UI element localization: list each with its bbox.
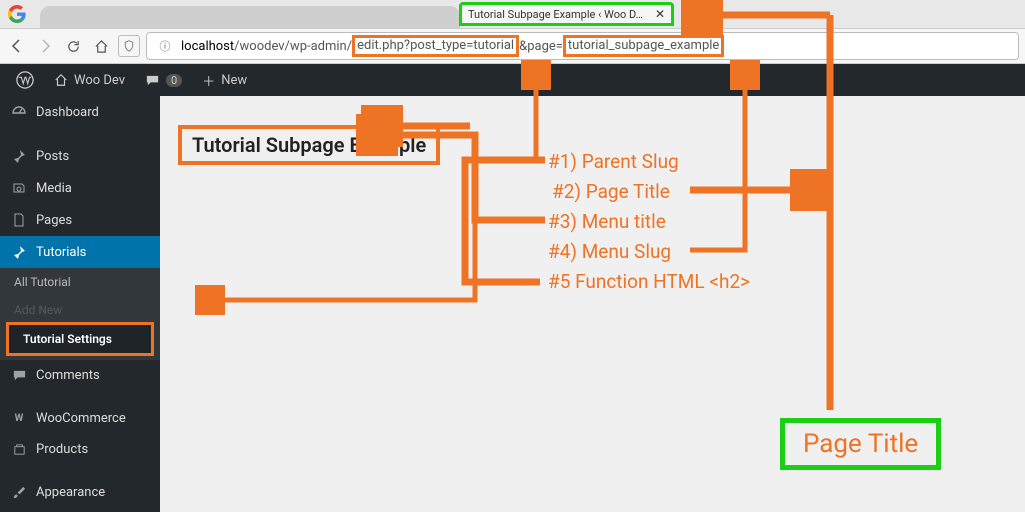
arrow-left-icon: [9, 38, 25, 54]
menu-label: Appearance: [36, 485, 105, 500]
page-title-callout: Page Title: [780, 418, 941, 470]
anno-menu-slug: #4) Menu Slug: [548, 240, 671, 263]
url-path: /woodev/wp-admin/: [234, 39, 352, 54]
submenu-all-tutorial[interactable]: All Tutorial: [0, 268, 160, 296]
menu-label: Products: [36, 442, 88, 457]
inactive-tab-area: [40, 6, 460, 28]
woocommerce-icon: W: [10, 413, 28, 424]
menu-products[interactable]: Products: [0, 434, 160, 465]
comment-icon: [145, 73, 160, 88]
menu-label: Posts: [36, 149, 69, 164]
new-label: New: [221, 73, 247, 88]
page-heading: Tutorial Subpage Example: [178, 125, 440, 165]
menu-label: Tutorials: [36, 245, 86, 260]
url-host: localhost: [181, 39, 234, 54]
comment-count: 0: [166, 74, 182, 87]
url-highlight-parent-slug: edit.php?post_type=tutorial: [352, 35, 519, 57]
plus-icon: ＋: [202, 71, 215, 90]
pin-icon: [10, 148, 28, 164]
address-bar[interactable]: ⓘ localhost /woodev/wp-admin/ edit.php?p…: [146, 32, 1019, 60]
menu-label: Pages: [36, 213, 72, 228]
menu-label: Comments: [36, 368, 100, 383]
comments-link[interactable]: 0: [135, 64, 192, 96]
media-icon: [10, 180, 28, 196]
anno-menu-title: #3) Menu title: [548, 210, 666, 233]
menu-pages[interactable]: Pages: [0, 204, 160, 236]
menu-woocommerce[interactable]: W WooCommerce: [0, 403, 160, 434]
site-name: Woo Dev: [74, 73, 125, 88]
back-button[interactable]: [6, 35, 28, 57]
submenu-tutorial-settings[interactable]: Tutorial Settings: [6, 322, 154, 356]
info-icon[interactable]: ⓘ: [155, 36, 175, 56]
active-browser-tab[interactable]: Tutorial Subpage Example ‹ Woo D… ✕: [459, 2, 674, 26]
close-tab-icon[interactable]: ✕: [655, 7, 665, 21]
menu-media[interactable]: Media: [0, 172, 160, 204]
shield-icon[interactable]: [118, 35, 140, 57]
browser-tabstrip: Tutorial Subpage Example ‹ Woo D… ✕: [0, 0, 1025, 28]
comment-icon: [10, 368, 28, 383]
menu-label: Dashboard: [36, 105, 99, 120]
brush-icon: [10, 485, 28, 500]
reload-button[interactable]: [62, 35, 84, 57]
menu-comments[interactable]: Comments: [0, 360, 160, 391]
new-content-link[interactable]: ＋ New: [192, 64, 257, 96]
menu-tutorials[interactable]: Tutorials: [0, 236, 160, 268]
tab-title: Tutorial Subpage Example ‹ Woo D…: [468, 8, 643, 21]
browser-toolbar: ⓘ localhost /woodev/wp-admin/ edit.php?p…: [0, 28, 1025, 64]
menu-label: Media: [36, 181, 72, 196]
submenu-tutorials: All Tutorial Add New Tutorial Settings: [0, 268, 160, 360]
home-icon: [54, 73, 68, 87]
url-highlight-menu-slug: tutorial_subpage_example: [563, 35, 724, 57]
page-icon: [10, 212, 28, 228]
anno-function-html: #5 Function HTML <h2>: [548, 270, 750, 293]
menu-dashboard[interactable]: Dashboard: [0, 96, 160, 128]
home-icon: [94, 39, 109, 54]
google-g-icon: [8, 5, 26, 23]
forward-button[interactable]: [34, 35, 56, 57]
pin-icon: [10, 244, 28, 260]
menu-label: WooCommerce: [36, 411, 126, 426]
wp-adminbar: Woo Dev 0 ＋ New: [0, 64, 1025, 96]
anno-parent-slug: #1) Parent Slug: [548, 150, 679, 173]
wp-logo-menu[interactable]: [6, 64, 44, 96]
url-gap: &page=: [519, 39, 563, 54]
admin-sidebar: Dashboard Posts Media Pages Tutorials Al…: [0, 96, 160, 512]
menu-appearance[interactable]: Appearance: [0, 477, 160, 508]
menu-posts[interactable]: Posts: [0, 140, 160, 172]
arrow-right-icon: [37, 38, 53, 54]
products-icon: [10, 442, 28, 457]
dashboard-icon: [10, 104, 28, 120]
reload-icon: [66, 39, 81, 54]
wordpress-icon: [16, 71, 34, 89]
site-name-link[interactable]: Woo Dev: [44, 64, 135, 96]
home-button[interactable]: [90, 35, 112, 57]
anno-page-title: #2) Page Title: [552, 180, 670, 203]
viewport: Tutorial Subpage Example ‹ Woo D… ✕ ⓘ lo…: [0, 0, 1025, 512]
google-logo-tab[interactable]: [0, 0, 34, 28]
submenu-add-new[interactable]: Add New: [0, 296, 160, 324]
